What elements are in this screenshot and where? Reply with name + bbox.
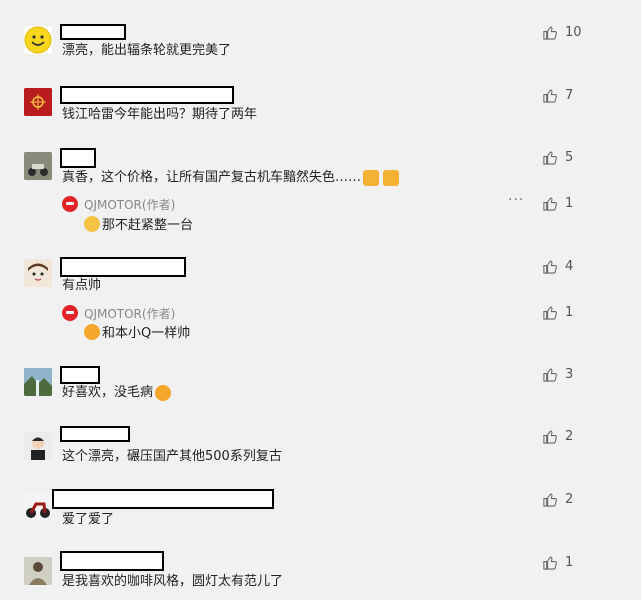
like-button[interactable]: 7 (542, 86, 573, 104)
comment-text: 钱江哈雷今年能出吗？期待了两年 (62, 107, 258, 122)
thumbs-up-icon (543, 197, 557, 211)
like-button[interactable]: 5 (542, 148, 573, 166)
like-count: 10 (565, 24, 582, 40)
like-button[interactable]: 3 (542, 365, 573, 383)
comment-item: 这个漂亮，碾压国产其他500系列复古 2 (0, 426, 641, 476)
author-logo-icon (62, 196, 78, 212)
thumbs-up-icon (543, 26, 557, 40)
thumbs-up-icon (543, 306, 557, 320)
comment-item: 漂亮，能出辐条轮就更完美了 10 (0, 20, 641, 70)
avatar[interactable] (24, 432, 52, 460)
landscape-photo-icon (24, 368, 52, 396)
username-redacted (60, 257, 186, 277)
comment-item: 钱江哈雷今年能出吗？期待了两年 7 (0, 84, 641, 134)
username-redacted (60, 86, 234, 104)
reply-text: 和本小Q一样帅 (84, 322, 190, 341)
reply-text: 那不赶紧整一台 (84, 214, 193, 233)
author-logo-icon (62, 305, 78, 321)
thumbs-up-icon (543, 368, 557, 382)
like-button[interactable]: 2 (542, 427, 573, 445)
avatar[interactable] (24, 88, 52, 116)
comment-text: 漂亮，能出辐条轮就更完美了 (62, 43, 232, 58)
comment-text: 好喜欢，没毛病 (62, 384, 173, 402)
cartoon-person-icon (24, 432, 52, 460)
like-count: 3 (565, 366, 574, 382)
comment-item: 好喜欢，没毛病 3 (0, 364, 641, 414)
reply-text-content: 那不赶紧整一台 (102, 218, 194, 233)
like-count: 1 (565, 554, 574, 570)
thumbs-up-emoji-icon (383, 170, 400, 186)
like-button[interactable]: 1 (542, 303, 573, 321)
thumbs-up-icon (543, 260, 557, 274)
comment-text: 真香，这个价格，让所有国产复古机车黯然失色…… (62, 169, 401, 187)
thinking-emoji-icon (84, 215, 100, 232)
reply-author-name[interactable]: QJMOTOR(作者) (84, 196, 175, 213)
thumbs-up-icon (543, 556, 557, 570)
smiley-face-icon (24, 26, 52, 54)
like-button[interactable]: 10 (542, 23, 582, 41)
person-photo-icon (24, 557, 52, 585)
like-count: 2 (565, 491, 574, 507)
comment-text: 有点帅 (62, 278, 102, 293)
like-count: 1 (565, 195, 574, 211)
more-options-button[interactable]: ··· (508, 192, 524, 208)
thumbs-up-icon (543, 430, 557, 444)
thumbs-up-icon (543, 493, 557, 507)
avatar[interactable] (24, 259, 52, 287)
comment-item: 爱了爱了 2 (0, 489, 641, 539)
thumbs-up-icon (543, 151, 557, 165)
like-count: 2 (565, 428, 574, 444)
like-button[interactable]: 1 (542, 553, 573, 571)
username-redacted (60, 551, 164, 571)
comment-item: 是我喜欢的咖啡风格，圆灯太有范儿了 1 (0, 551, 641, 600)
motorcycle-photo-icon (24, 493, 52, 521)
reply-author-name[interactable]: QJMOTOR(作者) (84, 305, 175, 322)
comment-text: 爱了爱了 (62, 512, 115, 527)
like-button[interactable]: 4 (542, 257, 573, 275)
like-count: 5 (565, 149, 574, 165)
avatar[interactable] (24, 557, 52, 585)
comment-text: 这个漂亮，碾压国产其他500系列复古 (62, 449, 282, 464)
avatar[interactable] (24, 493, 52, 521)
username-redacted (60, 366, 100, 384)
username-redacted (60, 148, 96, 168)
like-count: 4 (565, 258, 574, 274)
motorcycle-photo-icon (24, 152, 52, 180)
like-button[interactable]: 1 (542, 194, 573, 212)
like-count: 7 (565, 87, 574, 103)
username-redacted (52, 489, 274, 509)
reply-text-content: 和本小Q一样帅 (102, 326, 191, 341)
comment-text: 是我喜欢的咖啡风格，圆灯太有范儿了 (62, 574, 284, 589)
comment-item: 真香，这个价格，让所有国产复古机车黯然失色…… 5 QJMOTOR(作者) 那不… (0, 146, 641, 236)
like-count: 1 (565, 304, 574, 320)
comment-item: 有点帅 4 QJMOTOR(作者) 和本小Q一样帅 1 (0, 255, 641, 345)
thumbs-up-emoji-icon (363, 170, 380, 186)
username-redacted (60, 426, 130, 442)
avatar[interactable] (24, 368, 52, 396)
avatar[interactable] (24, 26, 52, 54)
grin-emoji-icon (155, 385, 172, 401)
username-redacted (60, 24, 126, 40)
thumbs-up-icon (543, 89, 557, 103)
avatar[interactable] (24, 152, 52, 180)
comment-text-content: 好喜欢，没毛病 (62, 385, 154, 400)
like-button[interactable]: 2 (542, 490, 573, 508)
grin-emoji-icon (84, 323, 100, 340)
red-emblem-icon (24, 88, 52, 116)
cartoon-face-icon (24, 259, 52, 287)
comment-text-content: 真香，这个价格，让所有国产复古机车黯然失色…… (62, 170, 362, 185)
